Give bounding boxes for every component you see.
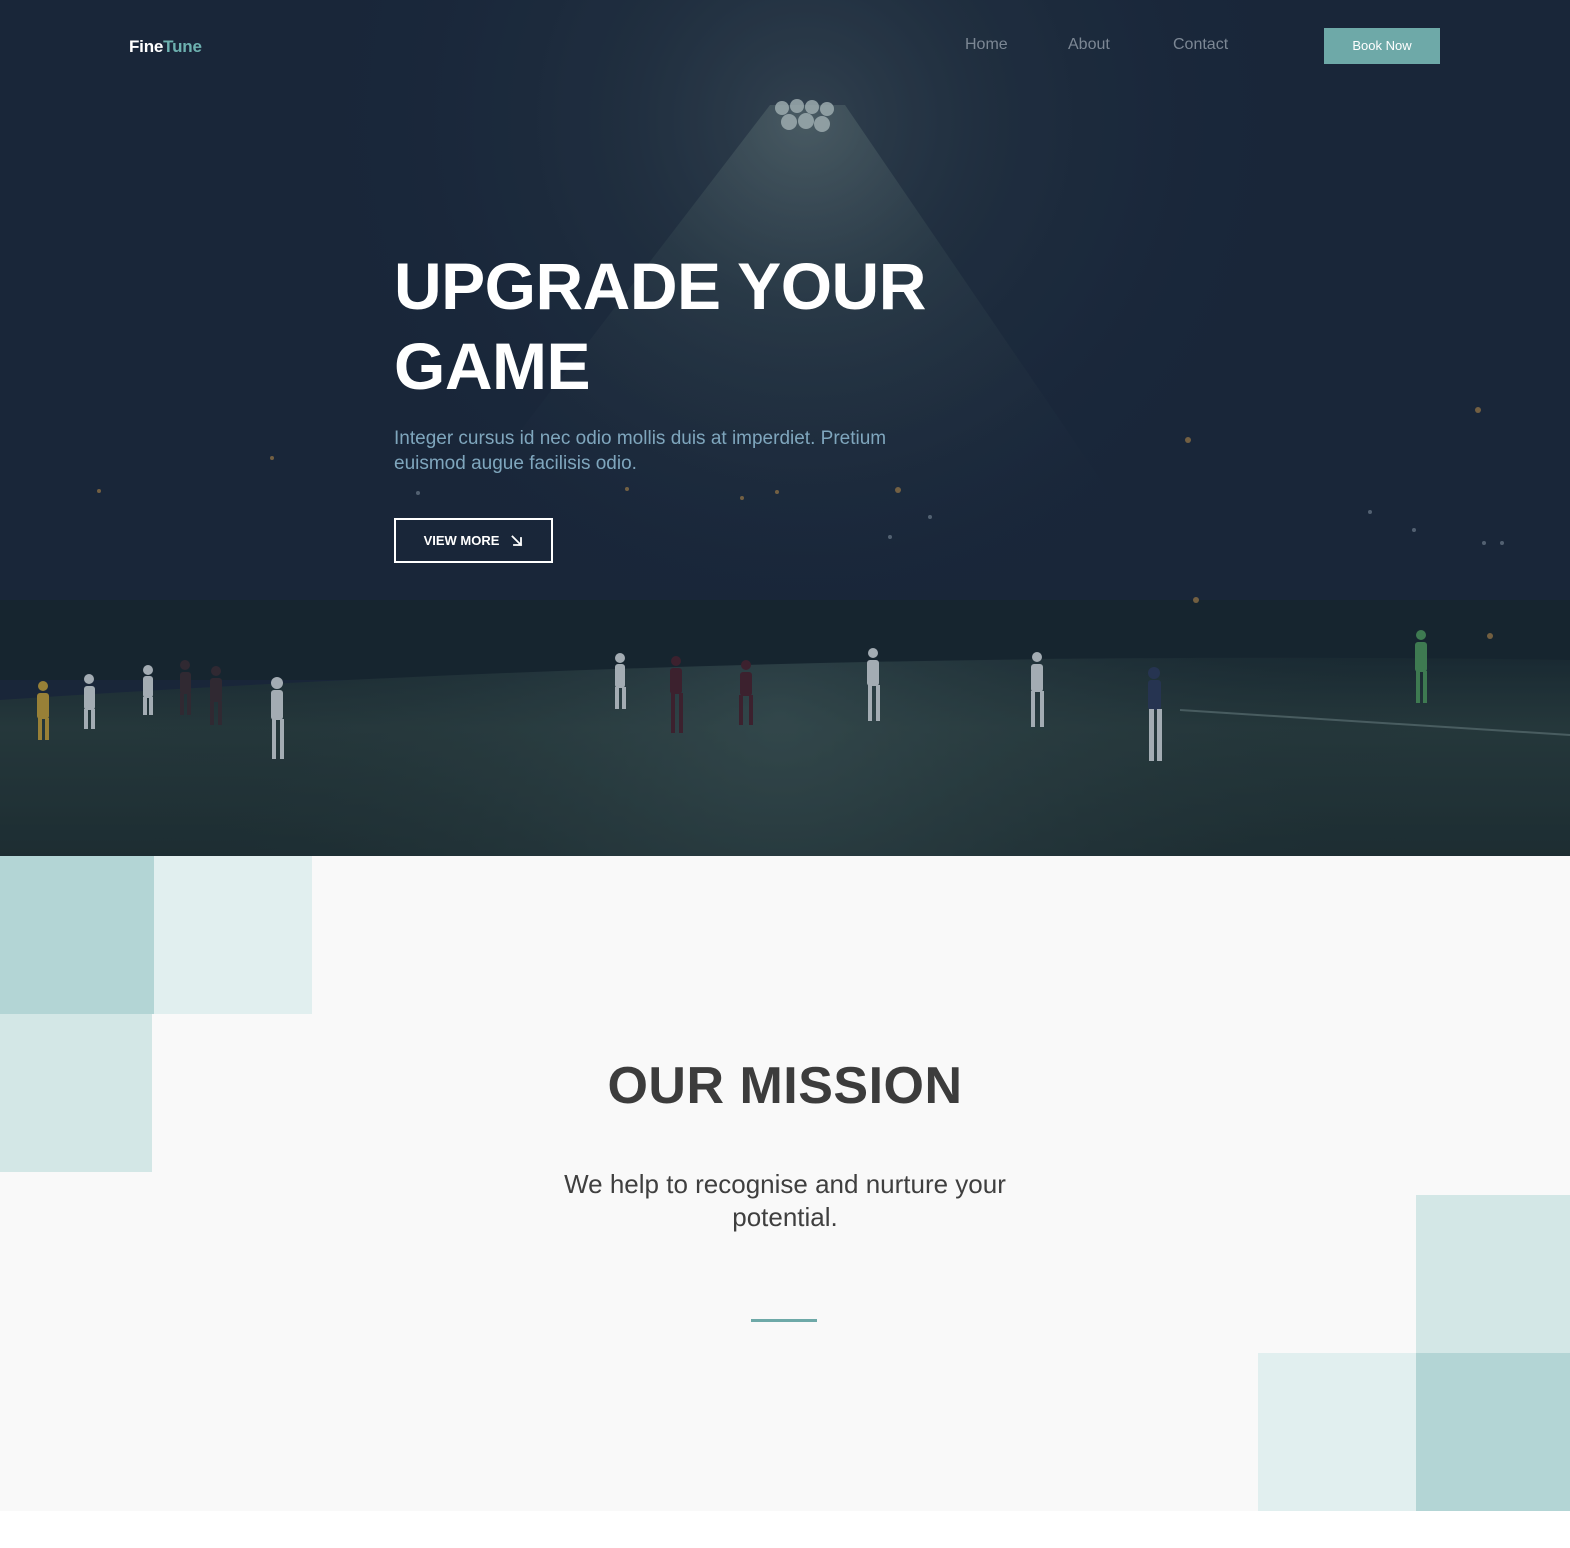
mission-text: We help to recognise and nurture your po…: [564, 1169, 1006, 1232]
decor-square-bottom-right: [1416, 1353, 1570, 1511]
decor-square-top-left-light: [154, 856, 312, 1014]
hero-subtitle: Integer cursus id nec odio mollis duis a…: [394, 428, 887, 474]
view-more-label: VIEW MORE: [423, 533, 500, 548]
nav-link-contact[interactable]: Contact: [1173, 36, 1228, 54]
book-now-button[interactable]: Book Now: [1324, 28, 1440, 64]
view-more-button[interactable]: VIEW MORE: [394, 518, 553, 563]
logo[interactable]: FineTune: [129, 37, 202, 57]
logo-text-primary: Fine: [129, 37, 164, 56]
nav-link-about[interactable]: About: [1068, 36, 1110, 54]
logo-text-accent: Tune: [163, 37, 202, 56]
nav-link-home[interactable]: Home: [965, 36, 1008, 54]
decor-square-bottom-right-light: [1258, 1353, 1416, 1511]
top-nav: FineTune Home About Contact Book Now: [0, 0, 1570, 92]
hero-title: UPGRADE YOUR GAME: [394, 249, 926, 403]
decor-square-right-middle: [1416, 1195, 1570, 1353]
mission-title: OUR MISSION: [607, 1057, 963, 1115]
mission-section: OUR MISSION We help to recognise and nur…: [0, 856, 1570, 1511]
decor-square-top-left: [0, 856, 154, 1014]
hero-section: FineTune Home About Contact Book Now UPG…: [0, 0, 1570, 856]
arrow-down-right-icon: [511, 534, 523, 547]
mission-divider: [751, 1319, 817, 1322]
